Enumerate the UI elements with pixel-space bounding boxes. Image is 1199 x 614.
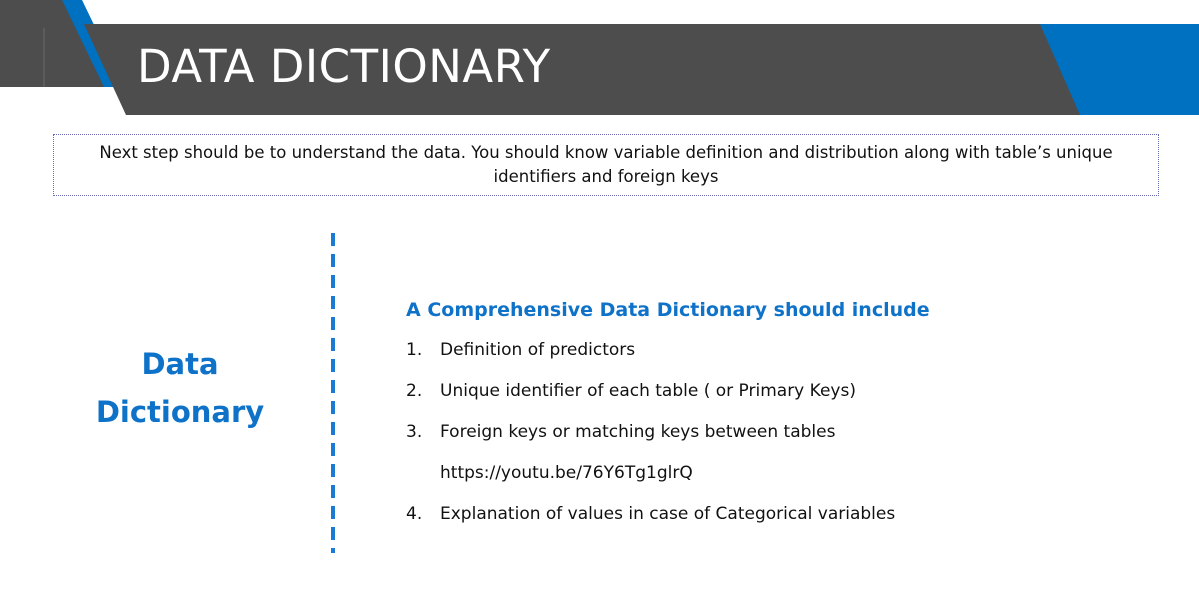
requirements-list: 1. Definition of predictors 2. Unique id… — [406, 336, 1166, 541]
section-heading-line-1: Data — [141, 347, 219, 381]
list-item: 4. Explanation of values in case of Cate… — [406, 500, 1166, 541]
title-banner: DATA DICTIONARY — [0, 0, 1199, 115]
list-item-number: 1. — [406, 340, 423, 360]
list-item-text: Unique identifier of each table ( or Pri… — [440, 381, 856, 401]
intro-text: Next step should be to understand the da… — [99, 143, 1113, 186]
list-item: 1. Definition of predictors — [406, 336, 1166, 377]
list-item-text: Foreign keys or matching keys between ta… — [440, 422, 836, 442]
section-heading: Data Dictionary — [60, 340, 300, 436]
list-item-text: Definition of predictors — [440, 340, 636, 360]
list-item-text: Explanation of values in case of Categor… — [440, 504, 896, 524]
list-item-number: 4. — [406, 504, 423, 524]
intro-box: Next step should be to understand the da… — [53, 134, 1159, 196]
list-item: 3. Foreign keys or matching keys between… — [406, 418, 1166, 459]
dashed-divider — [331, 233, 335, 553]
list-item: 2. Unique identifier of each table ( or … — [406, 377, 1166, 418]
list-item-number: 2. — [406, 381, 423, 401]
list-item-number: 3. — [406, 422, 423, 442]
video-link[interactable]: https://youtu.be/76Y6Tg1glrQ — [406, 459, 1166, 500]
slide-title: DATA DICTIONARY — [137, 40, 551, 93]
content-heading: A Comprehensive Data Dictionary should i… — [406, 299, 930, 321]
section-heading-line-2: Dictionary — [95, 395, 265, 429]
content-panel: A Comprehensive Data Dictionary should i… — [406, 296, 1166, 541]
